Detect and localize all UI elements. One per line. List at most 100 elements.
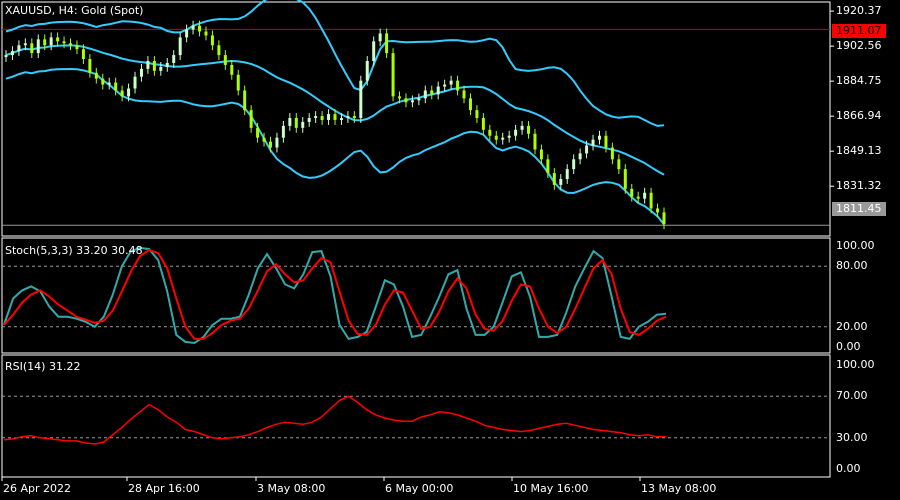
candle-body-40 [262, 137, 266, 142]
candle-body-94 [610, 147, 614, 160]
rsi-tick-label: 30.00 [836, 430, 868, 444]
panel-frame-2 [1, 354, 831, 478]
x-tick-label: 26 Apr 2022 [3, 482, 72, 495]
candle-body-33 [217, 45, 221, 56]
candle-body-69 [449, 80, 453, 85]
candle-body-48 [314, 116, 318, 119]
price-tick-label: 1902.56 [836, 39, 882, 53]
candle-body-1 [10, 51, 14, 56]
candle-body-57 [372, 41, 376, 61]
candle-body-14 [94, 72, 98, 79]
candle-body-100 [649, 192, 653, 209]
candle-body-41 [268, 141, 272, 148]
candle-body-50 [327, 114, 331, 120]
price-box-red: 1911.07 [832, 24, 886, 38]
candle-body-90 [585, 145, 589, 154]
candle-body-68 [443, 84, 447, 87]
candle-body-96 [623, 169, 627, 189]
candle-body-12 [81, 49, 85, 60]
candle-body-51 [333, 114, 337, 120]
candle-body-45 [294, 118, 298, 128]
candle-body-0 [4, 55, 8, 58]
candle-body-37 [243, 90, 247, 111]
candle-body-42 [275, 137, 279, 148]
candle-body-30 [198, 25, 202, 32]
candle-body-76 [494, 135, 498, 140]
candle-body-23 [152, 60, 156, 71]
candle-body-59 [385, 33, 389, 54]
candle-body-3 [23, 43, 27, 46]
candle-body-22 [146, 60, 150, 69]
candle-body-32 [210, 35, 214, 46]
candle-body-21 [139, 68, 143, 77]
candle-body-38 [249, 110, 253, 128]
candle-body-61 [398, 96, 402, 99]
candle-body-58 [378, 33, 382, 42]
candle-body-34 [223, 55, 227, 65]
candle-body-53 [346, 116, 350, 119]
candle-body-31 [204, 31, 208, 36]
candle-body-89 [578, 153, 582, 160]
candle-body-13 [88, 59, 92, 73]
candle-body-101 [656, 208, 660, 213]
candle-body-73 [475, 110, 479, 119]
stoch-label: Stoch(5,3,3) 33.20 30.48 [5, 244, 143, 257]
candle-body-86 [559, 178, 563, 185]
price-tick-label: 1920.37 [836, 4, 882, 18]
x-tick-label: 10 May 16:00 [513, 482, 589, 495]
price-tick-label: 1831.32 [836, 179, 882, 193]
stoch-tick-label: 20.00 [836, 319, 868, 333]
candle-body-87 [565, 169, 569, 179]
candle-body-29 [191, 25, 195, 30]
candle-body-17 [114, 82, 118, 91]
rsi-label: RSI(14) 31.22 [5, 360, 81, 373]
price-tick-label: 1849.13 [836, 144, 882, 158]
candle-body-44 [288, 118, 292, 126]
candle-body-102 [662, 212, 666, 225]
candle-body-64 [417, 98, 421, 101]
candle-body-36 [236, 74, 240, 91]
candle-body-99 [643, 192, 647, 199]
candle-body-93 [604, 135, 608, 148]
candle-body-18 [120, 90, 124, 97]
candle-body-83 [539, 149, 543, 160]
candle-body-81 [527, 125, 531, 134]
candle-body-27 [178, 37, 182, 56]
candle-body-95 [617, 159, 621, 170]
candle-body-72 [468, 98, 472, 111]
x-tick-label: 13 May 08:00 [641, 482, 717, 495]
candle-body-65 [423, 90, 427, 99]
bollinger-lower [5, 67, 665, 226]
candle-body-84 [546, 159, 550, 174]
candle-body-74 [481, 118, 485, 130]
stoch-tick-label: 80.00 [836, 259, 868, 273]
candle-body-79 [514, 129, 518, 136]
candle-body-60 [391, 53, 395, 97]
candle-body-43 [281, 125, 285, 138]
candle-body-6 [43, 39, 47, 46]
candle-body-2 [17, 45, 21, 52]
chart-title: XAUUSD, H4: Gold (Spot) [5, 4, 144, 17]
candle-body-82 [533, 133, 537, 150]
candle-body-75 [488, 129, 492, 136]
candle-body-7 [49, 37, 53, 46]
candle-body-88 [572, 159, 576, 170]
stoch-tick-label: 100.00 [836, 239, 875, 252]
candle-body-70 [456, 80, 460, 91]
candle-body-80 [520, 125, 524, 130]
rsi-line [3, 395, 666, 445]
candle-body-47 [307, 118, 311, 122]
candle-body-77 [501, 137, 505, 140]
candle-body-5 [36, 39, 40, 54]
candle-body-39 [256, 127, 260, 138]
candle-body-66 [430, 90, 434, 95]
candle-body-11 [75, 45, 79, 50]
rsi-tick-label: 100.00 [836, 358, 875, 371]
candle-body-8 [56, 37, 60, 42]
candle-body-92 [597, 135, 601, 140]
candle-body-54 [352, 116, 356, 119]
stoch-signal-line [3, 248, 667, 340]
candle-body-16 [107, 82, 111, 85]
candle-body-28 [185, 29, 189, 38]
candle-body-63 [410, 100, 414, 103]
